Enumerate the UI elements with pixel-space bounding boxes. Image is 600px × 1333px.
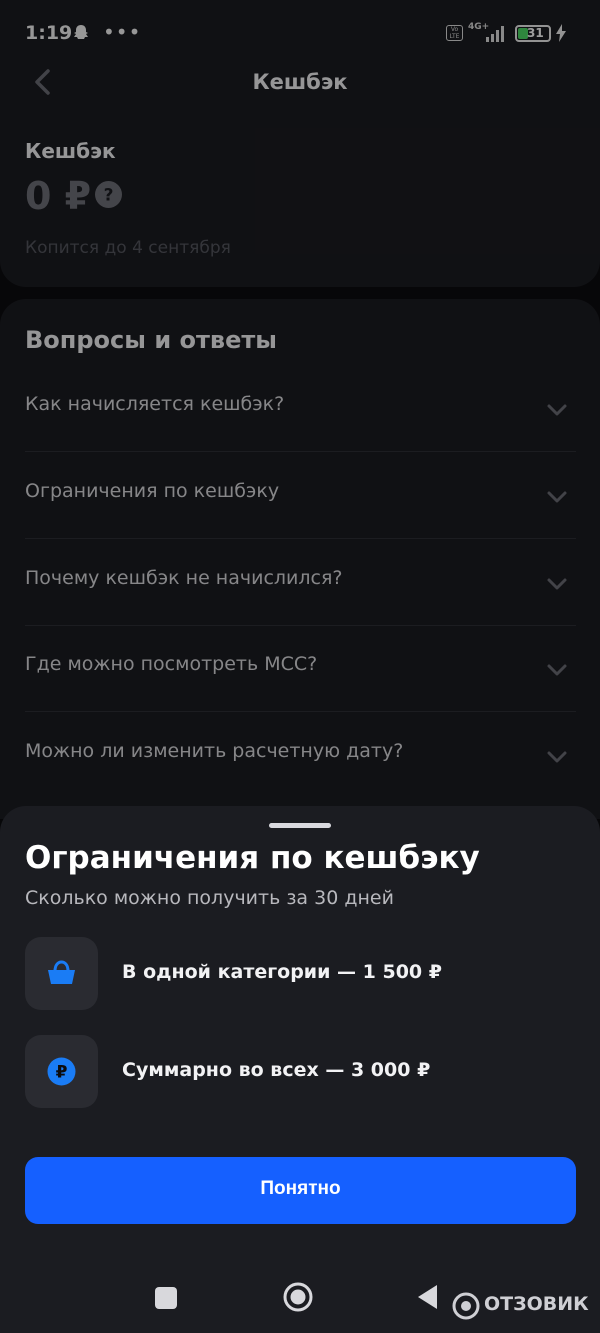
watermark-logo-icon [452,1292,480,1320]
ruble-coin-icon: ₽ [47,1057,76,1086]
watermark-text: ОТЗОВИК [484,1293,589,1315]
sheet-title: Ограничения по кешбэку [25,840,480,876]
ok-button-label: Понятно [260,1178,341,1199]
limit-icon-box: ₽ [25,1035,98,1108]
sheet-drag-handle[interactable] [269,823,331,828]
limit-icon-box [25,937,98,1010]
ok-button[interactable]: Понятно [25,1157,576,1224]
limit-text: В одной категории — 1 500 ₽ [122,961,442,983]
svg-text:₽: ₽ [56,1063,68,1083]
home-icon[interactable] [282,1281,314,1313]
shopping-basket-icon [48,960,75,984]
limit-text: Суммарно во всех — 3 000 ₽ [122,1059,431,1081]
recent-apps-icon[interactable] [155,1287,177,1309]
limit-row-total: ₽ Суммарно во всех — 3 000 ₽ [25,1035,576,1108]
back-triangle-icon[interactable] [416,1284,438,1310]
limit-row-category: В одной категории — 1 500 ₽ [25,937,576,1010]
sheet-subtitle: Сколько можно получить за 30 дней [25,887,394,909]
